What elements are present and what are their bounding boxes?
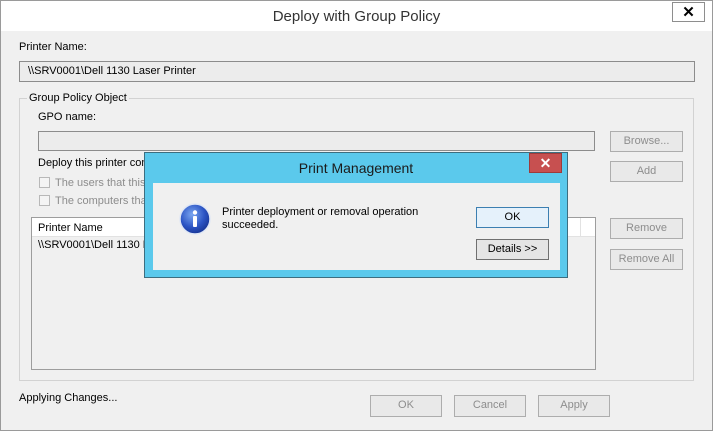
remove-button[interactable]: Remove: [610, 218, 683, 239]
users-checkbox[interactable]: [39, 177, 50, 188]
status-text: Applying Changes...: [19, 392, 118, 404]
computers-checkbox[interactable]: [39, 195, 50, 206]
close-icon: ✕: [539, 155, 552, 171]
computers-checkbox-label: The computers tha: [55, 195, 147, 207]
close-icon: ✕: [682, 4, 695, 21]
printer-name-value: \\SRV0001\Dell 1130 Laser Printer: [28, 65, 196, 77]
dialog-title: Print Management: [298, 160, 414, 176]
printer-name-field[interactable]: \\SRV0001\Dell 1130 Laser Printer: [19, 61, 695, 82]
gpo-name-input[interactable]: [38, 131, 595, 151]
cancel-button[interactable]: Cancel: [454, 395, 526, 417]
deploy-to-label: Deploy this printer con: [38, 157, 148, 169]
dialog-message-line2: succeeded.: [222, 219, 279, 231]
window-title: Deploy with Group Policy: [272, 8, 441, 25]
gpo-name-label: GPO name:: [38, 111, 97, 123]
apply-button[interactable]: Apply: [538, 395, 610, 417]
remove-all-button[interactable]: Remove All: [610, 249, 683, 270]
column-header-printer-name[interactable]: Printer Name: [38, 222, 103, 234]
list-item[interactable]: \\SRV0001\Dell 1130 L: [38, 239, 149, 251]
dialog-close-button[interactable]: ✕: [529, 153, 562, 173]
ok-button[interactable]: OK: [370, 395, 442, 417]
browse-button[interactable]: Browse...: [610, 131, 683, 152]
printer-name-label: Printer Name:: [19, 41, 87, 53]
gpo-groupbox-title: Group Policy Object: [27, 92, 129, 104]
users-checkbox-label: The users that this: [55, 177, 146, 189]
dialog-details-button[interactable]: Details >>: [476, 239, 549, 260]
title-bar: Deploy with Group Policy ✕: [1, 1, 712, 31]
info-icon: [179, 203, 211, 235]
dialog-message: Printer deployment or removal operation …: [222, 206, 452, 232]
dialog-ok-button[interactable]: OK: [476, 207, 549, 228]
add-button[interactable]: Add: [610, 161, 683, 182]
window-close-button[interactable]: ✕: [672, 2, 705, 22]
column-divider: [580, 218, 581, 236]
dialog-message-line1: Printer deployment or removal operation: [222, 206, 419, 218]
print-management-dialog: Print Management ✕ Printer deployment or…: [144, 152, 568, 278]
